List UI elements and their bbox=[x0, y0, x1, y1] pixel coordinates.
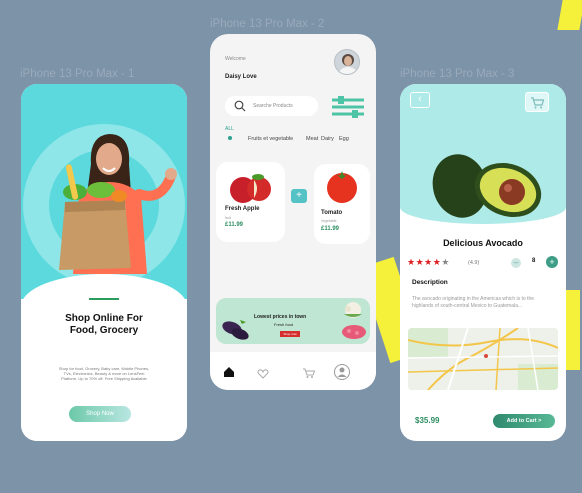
category-dairy[interactable]: Dairy bbox=[321, 136, 334, 142]
eggplant-image bbox=[222, 320, 249, 340]
decrease-quantity-button[interactable]: – bbox=[511, 258, 521, 268]
rating-stars: ★★★★★ bbox=[407, 257, 450, 268]
quantity-value: 8 bbox=[532, 258, 536, 264]
star-icon: ★ bbox=[441, 257, 450, 267]
product-price: £11.99 bbox=[321, 226, 340, 232]
star-icon: ★ bbox=[415, 257, 425, 267]
cart-button[interactable] bbox=[525, 92, 549, 112]
avocado-image bbox=[432, 154, 542, 218]
product-detail-screen: ‹ Delicious Avocado ★★★★★ (4.9) – 8 + De… bbox=[400, 84, 566, 441]
tomato-image bbox=[327, 171, 357, 203]
avatar[interactable] bbox=[334, 49, 360, 75]
home-screen: Welcome Daisy Love Searche Products ALL … bbox=[210, 34, 376, 390]
search-bar[interactable]: Searche Products bbox=[225, 96, 318, 116]
user-name: Daisy Love bbox=[225, 74, 257, 80]
product-price: $35.99 bbox=[415, 416, 440, 425]
apple-image bbox=[230, 174, 271, 203]
product-subtitle: fruit bbox=[225, 216, 231, 220]
add-product-button[interactable]: + bbox=[291, 189, 307, 203]
category-meat[interactable]: Meat bbox=[306, 136, 318, 142]
promo-banner[interactable]: Lowest prices in town Fresh food Shop no… bbox=[216, 298, 370, 344]
product-title: Delicious Avocado bbox=[443, 238, 523, 248]
frame-label-2: iPhone 13 Pro Max - 2 bbox=[210, 18, 325, 30]
increase-quantity-button[interactable]: + bbox=[546, 256, 558, 268]
yellow-accent-right bbox=[566, 290, 580, 370]
category-selected-dot bbox=[228, 136, 232, 140]
product-card-apple[interactable]: Fresh Apple fruit £11.99 bbox=[216, 162, 285, 242]
title-line-1: Shop Online For bbox=[65, 313, 143, 324]
title-line-2: Food, Grocery bbox=[69, 325, 139, 336]
cauliflower-and-meat-image bbox=[342, 302, 366, 339]
onboarding-title: Shop Online For Food, Grocery bbox=[21, 313, 187, 337]
onboarding-description: Shop for food, Grocery, Baby care, Mobil… bbox=[58, 366, 150, 381]
home-icon[interactable] bbox=[223, 366, 235, 378]
welcome-text: Welcome bbox=[225, 56, 246, 62]
product-card-tomato[interactable]: Tomato Vegetable £11.99 bbox=[314, 164, 370, 244]
product-name: Fresh Apple bbox=[225, 206, 260, 212]
product-subtitle: Vegetable bbox=[321, 219, 337, 223]
banner-title: Lowest prices in town bbox=[254, 314, 307, 320]
cart-icon[interactable] bbox=[302, 367, 316, 379]
star-icon: ★ bbox=[424, 257, 433, 267]
yellow-accent-top bbox=[557, 0, 582, 30]
search-input[interactable]: Searche Products bbox=[253, 103, 293, 109]
product-price: £11.99 bbox=[225, 222, 244, 228]
rating-value: (4.9) bbox=[468, 260, 480, 266]
bottom-navigation bbox=[210, 352, 376, 390]
avatar-image bbox=[339, 54, 357, 74]
back-button[interactable]: ‹ bbox=[410, 92, 430, 108]
woman-with-groceries-illustration bbox=[59, 134, 177, 274]
frame-label-3: iPhone 13 Pro Max - 3 bbox=[400, 68, 515, 80]
filter-icon[interactable] bbox=[330, 94, 366, 118]
location-map[interactable] bbox=[408, 328, 558, 390]
map-image bbox=[408, 328, 558, 390]
cart-icon bbox=[531, 97, 545, 109]
banner-shop-button[interactable]: Shop now bbox=[280, 331, 300, 337]
title-underline bbox=[89, 298, 119, 300]
profile-icon[interactable] bbox=[334, 364, 350, 380]
category-fruits-veg[interactable]: Fruits et vegetable bbox=[248, 136, 293, 142]
add-to-cart-button[interactable]: Add to Cart > bbox=[493, 414, 555, 428]
description-heading: Description bbox=[412, 279, 448, 286]
search-icon bbox=[234, 100, 246, 112]
heart-icon[interactable] bbox=[257, 368, 269, 380]
category-all[interactable]: ALL bbox=[225, 126, 234, 132]
star-icon: ★ bbox=[407, 257, 416, 267]
shop-now-button[interactable]: Shop Now bbox=[69, 406, 131, 422]
hero-background bbox=[21, 84, 187, 299]
frame-label-1: iPhone 13 Pro Max - 1 bbox=[20, 68, 135, 80]
banner-subtitle: Fresh food bbox=[274, 322, 294, 327]
product-name: Tomato bbox=[321, 210, 343, 216]
onboarding-screen: Shop Online For Food, Grocery Shop for f… bbox=[21, 84, 187, 441]
category-egg[interactable]: Egg bbox=[339, 136, 349, 142]
description-text: The avocado originating in the Americas … bbox=[412, 296, 535, 309]
